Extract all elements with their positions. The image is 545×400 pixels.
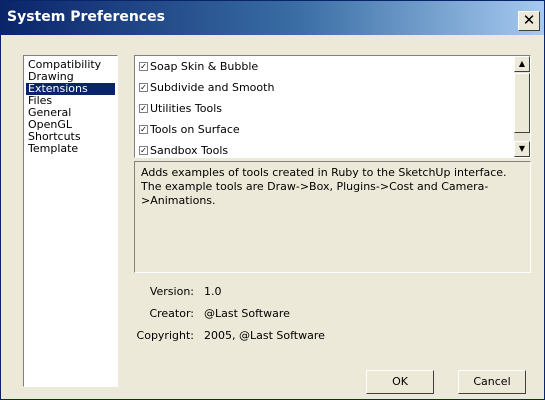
copyright-row: Copyright: 2005, @Last Software xyxy=(134,328,514,344)
extension-item-sandbox-tools[interactable]: ✓ Sandbox Tools xyxy=(135,140,530,161)
extensions-list[interactable]: ✓ Soap Skin & Bubble ✓ Subdivide and Smo… xyxy=(134,55,531,158)
extension-checkbox[interactable]: ✓ xyxy=(139,104,148,113)
close-button[interactable]: ✕ xyxy=(518,11,540,31)
cancel-button[interactable]: Cancel xyxy=(458,370,526,394)
close-icon: ✕ xyxy=(522,11,536,29)
version-row: Version: 1.0 xyxy=(134,284,514,300)
extension-item-subdivide-smooth[interactable]: ✓ Subdivide and Smooth xyxy=(135,77,530,98)
extension-checkbox[interactable]: ✓ xyxy=(139,62,148,71)
system-preferences-dialog: System Preferences ✕ Compatibility Drawi… xyxy=(0,0,545,400)
version-label: Version: xyxy=(149,285,194,298)
copyright-value: 2005, @Last Software xyxy=(204,329,325,342)
ok-button[interactable]: OK xyxy=(366,370,434,394)
scroll-up-button[interactable]: ▲ xyxy=(514,56,530,72)
extension-label: Sandbox Tools xyxy=(150,144,229,157)
extension-item-soap-skin-bubble[interactable]: ✓ Soap Skin & Bubble xyxy=(135,56,530,77)
copyright-label: Copyright: xyxy=(136,329,194,342)
extension-label: Subdivide and Smooth xyxy=(150,81,275,94)
title-bar[interactable]: System Preferences ✕ xyxy=(1,1,544,35)
extension-label: Utilities Tools xyxy=(150,102,222,115)
extension-checkbox[interactable]: ✓ xyxy=(139,125,148,134)
scroll-down-button[interactable]: ▼ xyxy=(514,141,530,157)
extension-label: Tools on Surface xyxy=(150,123,240,136)
extension-description: Adds examples of tools created in Ruby t… xyxy=(134,161,531,273)
creator-label: Creator: xyxy=(149,307,194,320)
extension-label: Soap Skin & Bubble xyxy=(150,60,259,73)
category-list[interactable]: Compatibility Drawing Extensions Files G… xyxy=(23,55,118,387)
extension-item-utilities-tools[interactable]: ✓ Utilities Tools xyxy=(135,98,530,119)
creator-row: Creator: @Last Software xyxy=(134,306,514,322)
extension-checkbox[interactable]: ✓ xyxy=(139,83,148,92)
window-title: System Preferences xyxy=(7,9,165,25)
scroll-thumb[interactable] xyxy=(514,73,530,133)
arrow-up-icon: ▲ xyxy=(518,59,526,68)
extensions-scrollbar[interactable]: ▲ ▼ xyxy=(514,56,530,157)
arrow-down-icon: ▼ xyxy=(518,144,526,153)
category-item-template[interactable]: Template xyxy=(26,143,115,155)
version-value: 1.0 xyxy=(204,285,222,298)
creator-value: @Last Software xyxy=(204,307,290,320)
extension-checkbox[interactable]: ✓ xyxy=(139,146,148,155)
extension-item-tools-on-surface[interactable]: ✓ Tools on Surface xyxy=(135,119,530,140)
